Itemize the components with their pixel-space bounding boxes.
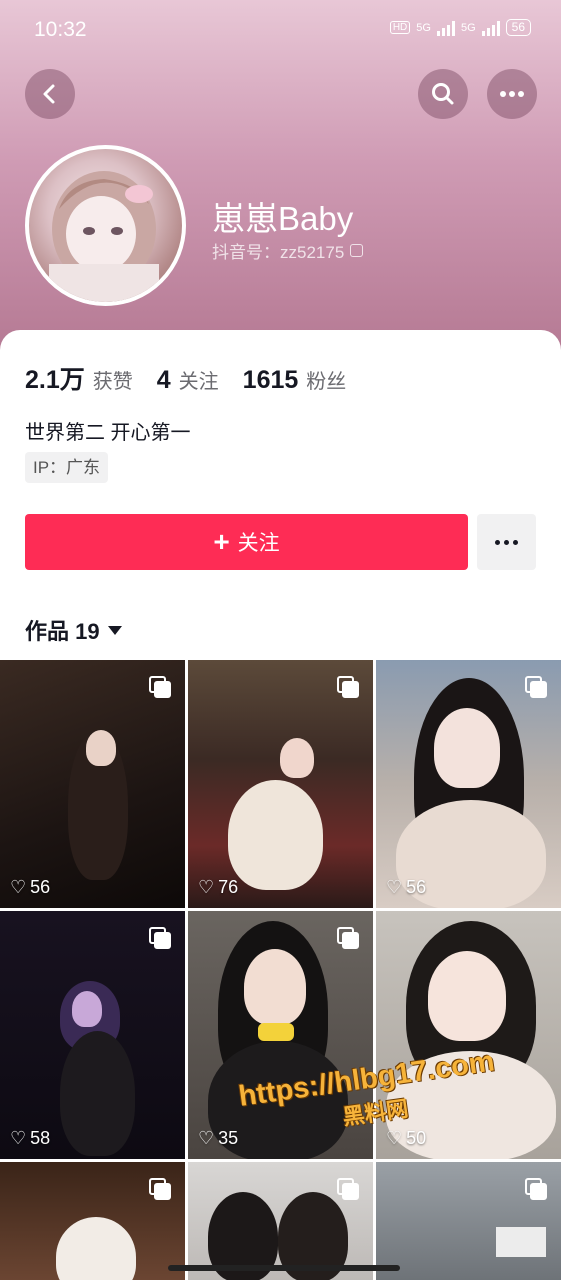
follow-button[interactable]: + 关注 [25, 514, 468, 570]
plus-icon: + [213, 526, 230, 557]
heart-icon: ♡ [198, 1128, 215, 1148]
stat-following[interactable]: 4 关注 [157, 365, 219, 395]
video-tile[interactable] [376, 1162, 561, 1280]
tile-likes-count: 50 [406, 1128, 427, 1148]
more-dots-icon [500, 91, 524, 97]
tile-photo-subject [228, 780, 323, 890]
tile-photo-face [72, 991, 102, 1027]
tile-likes: ♡ 76 [198, 877, 238, 898]
status-time: 10:32 [34, 18, 87, 41]
copy-icon[interactable] [350, 244, 364, 257]
douyin-id[interactable]: 抖音号：zz52175 [212, 238, 364, 263]
video-tile[interactable]: ♡ 56 [376, 660, 561, 908]
video-tile[interactable] [188, 1162, 373, 1280]
tile-likes-count: 56 [406, 877, 427, 897]
network-label-1: 5G [416, 21, 431, 34]
multi-image-icon [525, 676, 547, 698]
back-chevron-icon [43, 84, 55, 104]
douyin-id-text: 抖音号：zz52175 [212, 243, 345, 262]
profile-bio: 世界第二 开心第一 [25, 422, 191, 444]
more-dots-icon [495, 539, 500, 545]
video-tile[interactable]: ♡ 76 [188, 660, 373, 908]
stat-following-label: 关注 [178, 371, 219, 393]
tile-likes: ♡ 56 [10, 877, 50, 898]
multi-image-icon [525, 1178, 547, 1200]
stat-followers[interactable]: 1615 粉丝 [243, 365, 347, 395]
profile-stats: 2.1万 获赞 4 关注 1615 粉丝 [25, 360, 346, 396]
avatar-illustration [49, 171, 159, 302]
video-tile[interactable]: ♡ 56 [0, 660, 185, 908]
tile-photo-subject [56, 1217, 136, 1280]
search-icon [432, 83, 454, 105]
profile-username: 崽崽Baby [212, 200, 354, 237]
multi-image-icon [337, 927, 359, 949]
tab-works-label: 作品 19 [25, 619, 100, 644]
heart-icon: ♡ [386, 1128, 403, 1148]
tile-likes-count: 76 [218, 877, 239, 897]
tile-photo-sign [496, 1227, 546, 1257]
multi-image-icon [337, 676, 359, 698]
tile-likes-count: 56 [30, 877, 51, 897]
more-options-button[interactable] [487, 69, 537, 119]
more-dot [513, 539, 518, 545]
tile-likes-count: 35 [218, 1128, 239, 1148]
caret-down-icon [107, 625, 122, 635]
tile-photo-face [86, 730, 116, 766]
signal-icon [481, 20, 500, 36]
signal-icon [436, 20, 455, 36]
heart-icon: ♡ [198, 877, 215, 897]
network-label-2: 5G [460, 21, 476, 34]
ip-location-tag: IP：广东 [25, 452, 109, 483]
profile-card: 2.1万 获赞 4 关注 1615 粉丝 世界第二 开心第一 IP：广东 + 关… [0, 330, 561, 660]
tile-likes: ♡ 58 [10, 1128, 50, 1149]
more-dot [504, 539, 509, 545]
video-tile[interactable]: ♡ 58 [0, 911, 185, 1159]
stat-likes[interactable]: 2.1万 获赞 [25, 360, 133, 396]
battery-icon: 56 [505, 19, 531, 36]
tile-likes: ♡ 35 [198, 1128, 238, 1149]
follow-button-label: 关注 [237, 532, 280, 555]
tile-photo-face [244, 949, 306, 1025]
tile-photo-face [428, 951, 506, 1041]
status-bar: 10:32 HD 5G 5G 56 [0, 0, 561, 60]
stat-likes-label: 获赞 [92, 371, 133, 393]
video-tile[interactable] [0, 1162, 185, 1280]
home-indicator[interactable] [168, 1265, 400, 1271]
tile-photo-face [434, 708, 500, 788]
works-grid: ♡ 56 ♡ 76 ♡ 56 ♡ 58 ♡ 35 ♡ 50 [0, 660, 561, 1280]
stat-followers-value: 1615 [242, 366, 299, 394]
tab-works[interactable]: 作品 19 [25, 614, 122, 646]
tile-likes-count: 58 [30, 1128, 51, 1148]
follow-more-button[interactable] [477, 514, 536, 570]
tile-photo-face [280, 738, 314, 778]
back-button[interactable] [25, 69, 75, 119]
heart-icon: ♡ [10, 877, 27, 897]
stat-followers-label: 粉丝 [306, 371, 347, 393]
multi-image-icon [149, 927, 171, 949]
status-icons: HD 5G 5G 56 [389, 19, 531, 36]
stat-following-value: 4 [156, 366, 171, 394]
multi-image-icon [149, 676, 171, 698]
stat-likes-value: 2.1万 [25, 366, 85, 394]
tile-photo-subject [60, 1031, 135, 1156]
tile-likes: ♡ 50 [386, 1128, 426, 1149]
tile-photo-bow [258, 1023, 294, 1041]
hd-icon: HD [389, 21, 411, 34]
multi-image-icon [337, 1178, 359, 1200]
multi-image-icon [149, 1178, 171, 1200]
search-button[interactable] [418, 69, 468, 119]
heart-icon: ♡ [386, 877, 403, 897]
avatar[interactable] [25, 145, 186, 306]
heart-icon: ♡ [10, 1128, 27, 1148]
tile-likes: ♡ 56 [386, 877, 426, 898]
